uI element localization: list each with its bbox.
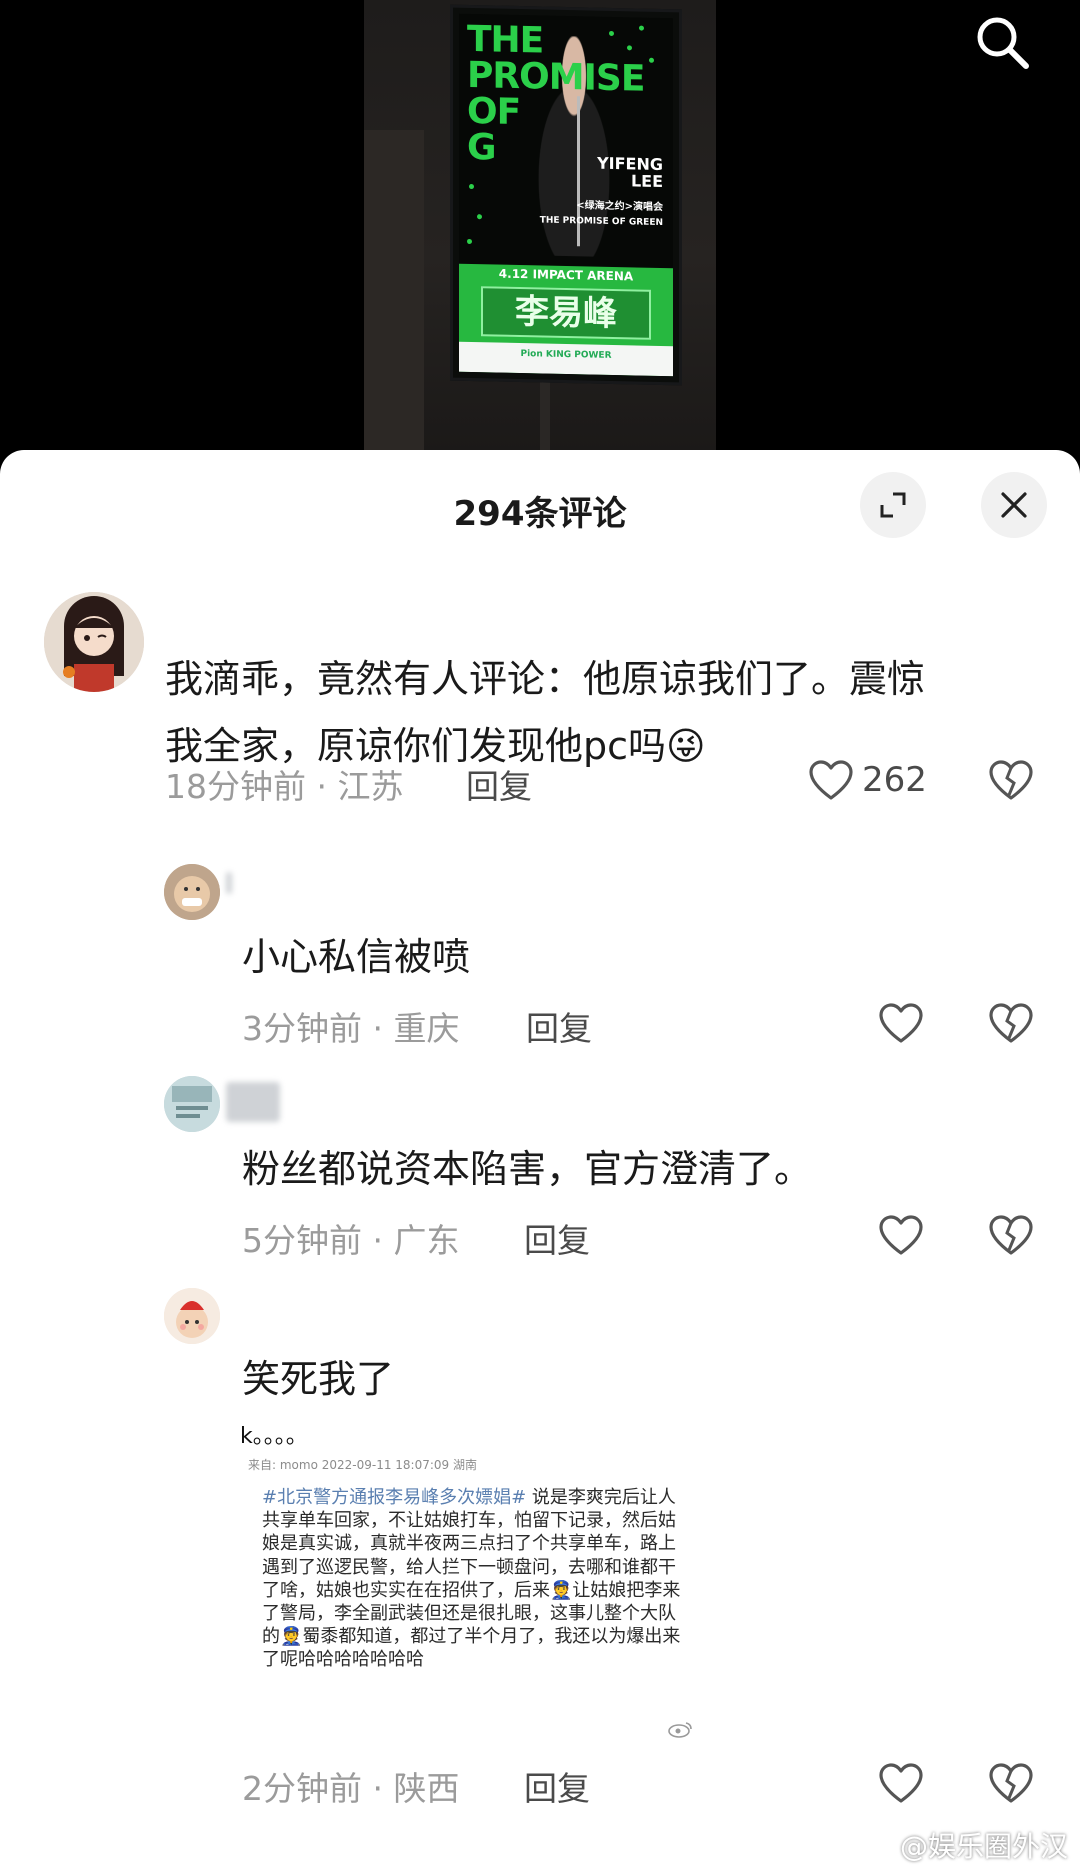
poster-title: THE PROMISE OF G <box>467 18 645 169</box>
reply-button[interactable]: 回复 <box>524 1762 590 1810</box>
poster-footer: Pion KING POWER <box>459 341 673 377</box>
concert-poster: THE PROMISE OF G YIFENG LEE <绿海之约>演唱会 TH… <box>450 4 682 386</box>
avatar[interactable] <box>164 1288 220 1344</box>
dislike-icon[interactable] <box>988 1762 1034 1804</box>
dislike-icon[interactable] <box>988 1214 1034 1256</box>
reply-button[interactable]: 回复 <box>526 1002 592 1050</box>
reply-button[interactable]: 回复 <box>524 1214 590 1262</box>
avatar[interactable] <box>164 1076 220 1132</box>
like-count: 262 <box>862 760 927 800</box>
comment-meta: 3分钟前 · 重庆 <box>242 1009 460 1048</box>
comment-text: 粉丝都说资本陷害，官方澄清了。 <box>242 1147 813 1191</box>
quote-body: #北京警方通报李易峰多次嫖娼# 说是李爽完后让人共享单车回家，不让姑娘打车，怕留… <box>262 1487 681 1671</box>
expand-button[interactable] <box>860 472 926 538</box>
comment-text: 笑死我了 <box>242 1357 395 1401</box>
poster-name-en: YIFENG LEE <box>597 153 663 192</box>
close-button[interactable] <box>981 472 1047 538</box>
weibo-logo-icon <box>668 1720 694 1738</box>
quoted-screenshot-image[interactable]: k。。。。 来自: momo 2022-09-11 18:07:09 湖南 #北… <box>240 1418 700 1748</box>
search-icon[interactable] <box>972 12 1032 72</box>
quote-dots: k。。。。 <box>240 1424 308 1449</box>
poster-subtitle-cn: <绿海之约>演唱会 <box>576 200 663 214</box>
expand-icon <box>877 489 909 521</box>
video-area[interactable]: THE PROMISE OF G YIFENG LEE <绿海之约>演唱会 TH… <box>0 0 1080 470</box>
wink-emoji-icon: 😜 <box>666 724 706 768</box>
quote-hashtag: #北京警方通报李易峰多次嫖娼# <box>262 1487 527 1508</box>
comment-meta: 2分钟前 · 陕西 <box>242 1769 460 1808</box>
comment-text: 小心私信被喷 <box>242 935 471 979</box>
close-icon <box>999 490 1029 520</box>
blurred-username <box>226 1082 280 1122</box>
comments-sheet: 294条评论 我滴乖，竟然有人评论：他原谅我们了。震惊 我全家，原谅你们发现他p… <box>0 450 1080 1875</box>
like-icon[interactable] <box>878 1214 924 1256</box>
like-icon[interactable] <box>878 1762 924 1804</box>
dislike-icon[interactable] <box>988 759 1034 801</box>
comment-meta: 18分钟前 · 江苏 <box>165 767 404 806</box>
comment-meta: 5分钟前 · 广东 <box>242 1221 460 1260</box>
street-wall <box>364 130 424 470</box>
dislike-icon[interactable] <box>988 1002 1034 1044</box>
avatar[interactable] <box>164 864 220 920</box>
reply-button[interactable]: 回复 <box>466 760 532 808</box>
avatar[interactable] <box>44 592 144 692</box>
poster-name-cn: 李易峰 <box>481 286 651 340</box>
like-icon[interactable] <box>808 759 854 801</box>
blurred-username <box>226 872 232 894</box>
quote-source: 来自: momo 2022-09-11 18:07:09 湖南 <box>248 1458 477 1472</box>
like-icon[interactable] <box>878 1002 924 1044</box>
watermark: @娱乐圈外汉 <box>899 1830 1068 1863</box>
